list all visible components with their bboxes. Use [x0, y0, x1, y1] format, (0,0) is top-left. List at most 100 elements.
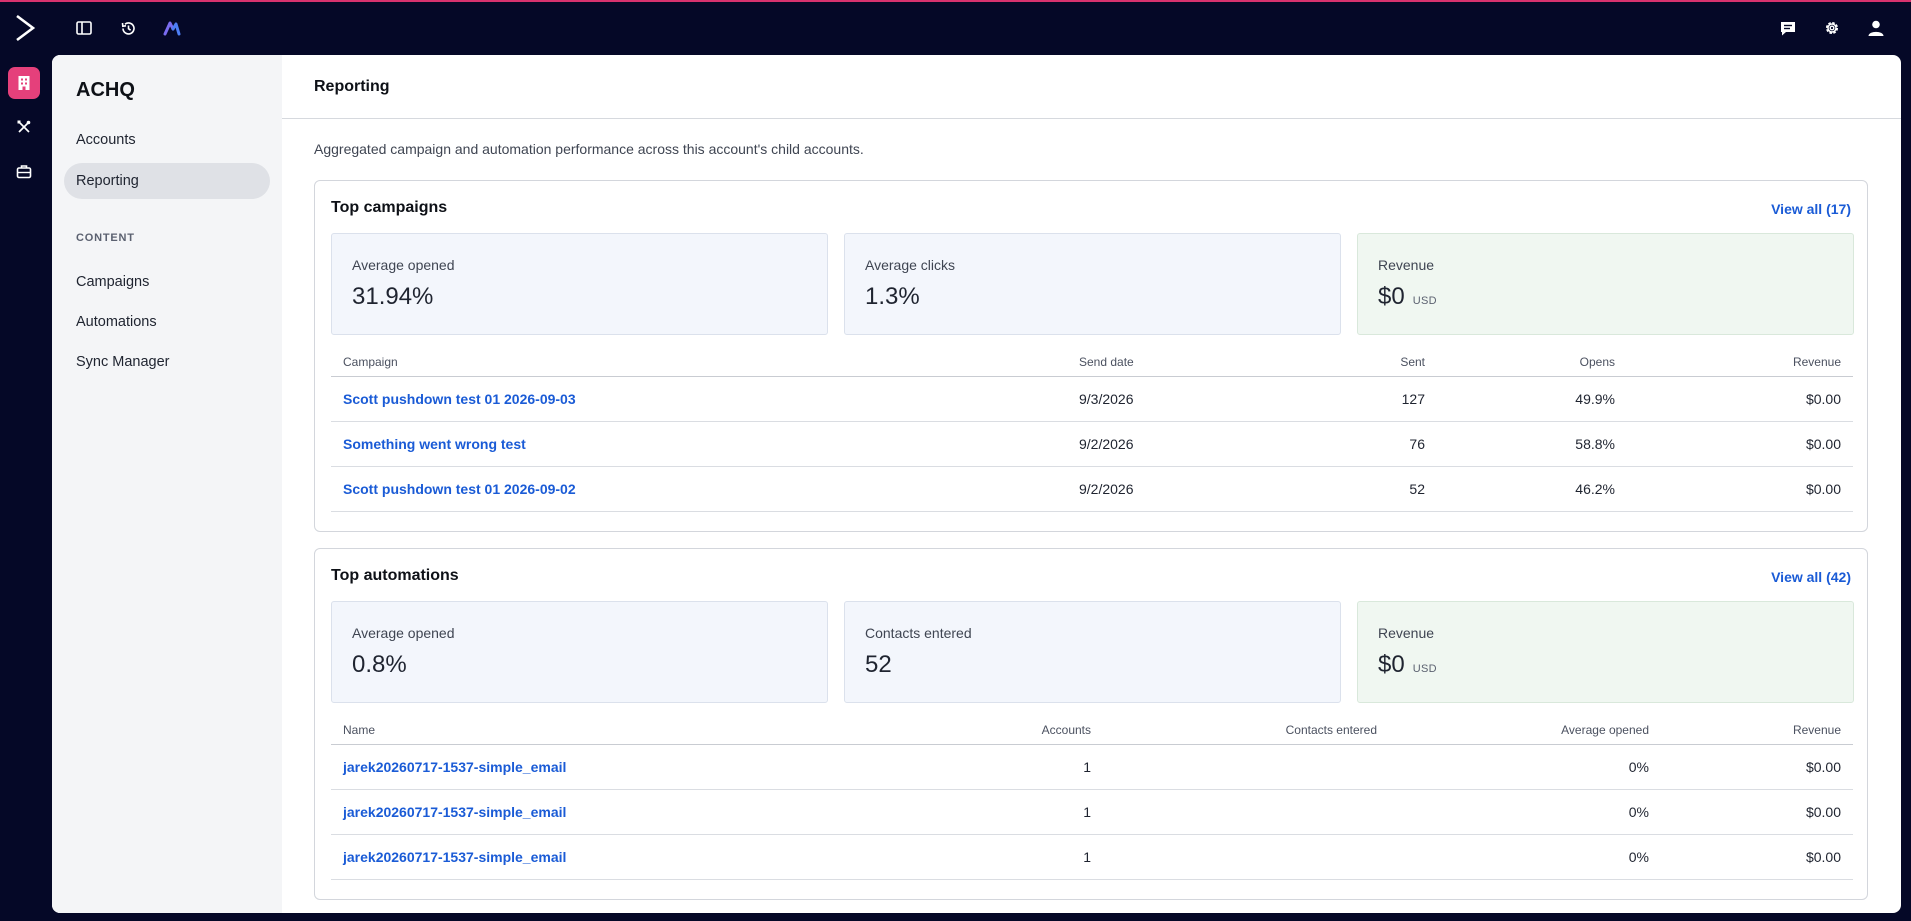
contacts-entered-cell: [1103, 744, 1389, 790]
stat-average-opened: Average opened 31.94%: [331, 233, 828, 335]
column-header-sent[interactable]: Sent: [1327, 348, 1437, 377]
column-header-revenue[interactable]: Revenue: [1661, 716, 1853, 745]
column-header-send-date[interactable]: Send date: [1067, 348, 1327, 377]
stat-contacts-entered: Contacts entered 52: [844, 601, 1341, 703]
stat-unit: USD: [1412, 295, 1437, 307]
stat-value: 1.3%: [865, 283, 920, 310]
table-row: Something went wrong test 9/2/2026 76 58…: [331, 421, 1853, 467]
revenue-cell: $0.00: [1627, 421, 1853, 467]
send-date-cell: 9/2/2026: [1067, 466, 1327, 512]
column-header-contacts-entered[interactable]: Contacts entered: [1103, 716, 1389, 745]
table-header-row: Campaign Send date Sent Opens Revenue: [331, 348, 1853, 377]
nav-item-automations[interactable]: Automations: [64, 304, 270, 340]
left-rail: [0, 54, 52, 921]
column-header-opens[interactable]: Opens: [1437, 348, 1627, 377]
nav-item-campaigns[interactable]: Campaigns: [64, 264, 270, 300]
campaigns-table: Campaign Send date Sent Opens Revenue Sc…: [331, 348, 1853, 512]
nav-item-sync-manager[interactable]: Sync Manager: [64, 344, 270, 380]
sent-cell: 52: [1327, 466, 1437, 512]
main-panel: ACHQ Accounts Reporting CONTENT Campaign…: [52, 55, 1901, 913]
automation-name-link[interactable]: jarek20260717-1537-simple_email: [331, 789, 871, 835]
automations-table: Name Accounts Contacts entered Average o…: [331, 716, 1853, 880]
user-icon[interactable]: [1865, 17, 1887, 39]
stat-unit: USD: [1412, 663, 1437, 675]
top-automations-card: Top automations View all (42) Average op…: [314, 548, 1868, 900]
stat-value: 31.94%: [352, 283, 434, 310]
stat-value-amount: $0: [1378, 651, 1405, 678]
card-title: Top campaigns: [331, 199, 448, 216]
send-date-cell: 9/3/2026: [1067, 376, 1327, 422]
table-row: Scott pushdown test 01 2026-09-03 9/3/20…: [331, 376, 1853, 422]
history-icon[interactable]: [117, 17, 139, 39]
stat-value: 0.8%: [352, 651, 407, 678]
page-header: Reporting: [282, 55, 1901, 119]
nav-section-label: CONTENT: [76, 232, 135, 244]
stat-label: Average clicks: [865, 257, 956, 273]
stat-value-amount: $0: [1378, 283, 1405, 310]
automation-name-link[interactable]: jarek20260717-1537-simple_email: [331, 834, 871, 880]
revenue-cell: $0.00: [1661, 789, 1853, 835]
stat-average-clicks: Average clicks 1.3%: [844, 233, 1341, 335]
card-title: Top automations: [331, 567, 459, 584]
sidebar-toggle-icon[interactable]: [73, 17, 95, 39]
stat-label: Revenue: [1378, 625, 1435, 641]
accounts-cell: 1: [871, 834, 1103, 880]
apps-logo-icon[interactable]: [161, 17, 183, 39]
org-title: ACHQ: [76, 79, 135, 101]
accounts-cell: 1: [871, 789, 1103, 835]
table-row: jarek20260717-1537-simple_email 1 0% $0.…: [331, 834, 1853, 880]
revenue-cell: $0.00: [1661, 744, 1853, 790]
opens-cell: 46.2%: [1437, 466, 1627, 512]
column-header-average-opened[interactable]: Average opened: [1389, 716, 1661, 745]
content-area: Reporting Aggregated campaign and automa…: [282, 55, 1901, 913]
contacts-entered-cell: [1103, 789, 1389, 835]
send-date-cell: 9/2/2026: [1067, 421, 1327, 467]
table-row: jarek20260717-1537-simple_email 1 0% $0.…: [331, 744, 1853, 790]
revenue-cell: $0.00: [1627, 376, 1853, 422]
campaign-name-link[interactable]: Scott pushdown test 01 2026-09-03: [331, 376, 1067, 422]
briefcase-icon[interactable]: [8, 155, 40, 187]
stat-revenue: Revenue $0 USD: [1357, 601, 1854, 703]
chat-icon[interactable]: [1777, 17, 1799, 39]
stat-label: Revenue: [1378, 257, 1435, 273]
nav-item-accounts[interactable]: Accounts: [64, 122, 270, 158]
gear-icon[interactable]: [1821, 17, 1843, 39]
side-nav: ACHQ Accounts Reporting CONTENT Campaign…: [52, 55, 282, 913]
view-all-automations-link[interactable]: View all (42): [1771, 569, 1851, 585]
revenue-cell: $0.00: [1661, 834, 1853, 880]
stat-value: $0 USD: [1378, 651, 1437, 679]
stat-label: Average opened: [352, 625, 455, 641]
accounts-cell: 1: [871, 744, 1103, 790]
table-row: Scott pushdown test 01 2026-09-02 9/2/20…: [331, 466, 1853, 512]
activecampaign-chevron-icon[interactable]: [10, 12, 40, 44]
stat-average-opened: Average opened 0.8%: [331, 601, 828, 703]
campaign-name-link[interactable]: Scott pushdown test 01 2026-09-02: [331, 466, 1067, 512]
top-campaigns-card: Top campaigns View all (17) Average open…: [314, 180, 1868, 532]
top-bar: [0, 2, 1911, 54]
contacts-entered-cell: [1103, 834, 1389, 880]
average-opened-cell: 0%: [1389, 789, 1661, 835]
view-all-campaigns-link[interactable]: View all (17): [1771, 201, 1851, 217]
automation-name-link[interactable]: jarek20260717-1537-simple_email: [331, 744, 871, 790]
sent-cell: 127: [1327, 376, 1437, 422]
opens-cell: 49.9%: [1437, 376, 1627, 422]
column-header-revenue[interactable]: Revenue: [1627, 348, 1853, 377]
revenue-cell: $0.00: [1627, 466, 1853, 512]
table-header-row: Name Accounts Contacts entered Average o…: [331, 716, 1853, 745]
nav-item-reporting[interactable]: Reporting: [64, 163, 270, 199]
page-title: Reporting: [314, 78, 390, 95]
building-icon[interactable]: [8, 67, 40, 99]
tools-icon[interactable]: [8, 111, 40, 143]
stat-label: Contacts entered: [865, 625, 972, 641]
column-header-accounts[interactable]: Accounts: [871, 716, 1103, 745]
stat-value: 52: [865, 651, 892, 678]
page-description: Aggregated campaign and automation perfo…: [314, 141, 864, 157]
campaign-name-link[interactable]: Something went wrong test: [331, 421, 1067, 467]
average-opened-cell: 0%: [1389, 744, 1661, 790]
table-row: jarek20260717-1537-simple_email 1 0% $0.…: [331, 789, 1853, 835]
column-header-name[interactable]: Name: [331, 716, 871, 745]
column-header-campaign[interactable]: Campaign: [331, 348, 1067, 377]
sent-cell: 76: [1327, 421, 1437, 467]
average-opened-cell: 0%: [1389, 834, 1661, 880]
opens-cell: 58.8%: [1437, 421, 1627, 467]
